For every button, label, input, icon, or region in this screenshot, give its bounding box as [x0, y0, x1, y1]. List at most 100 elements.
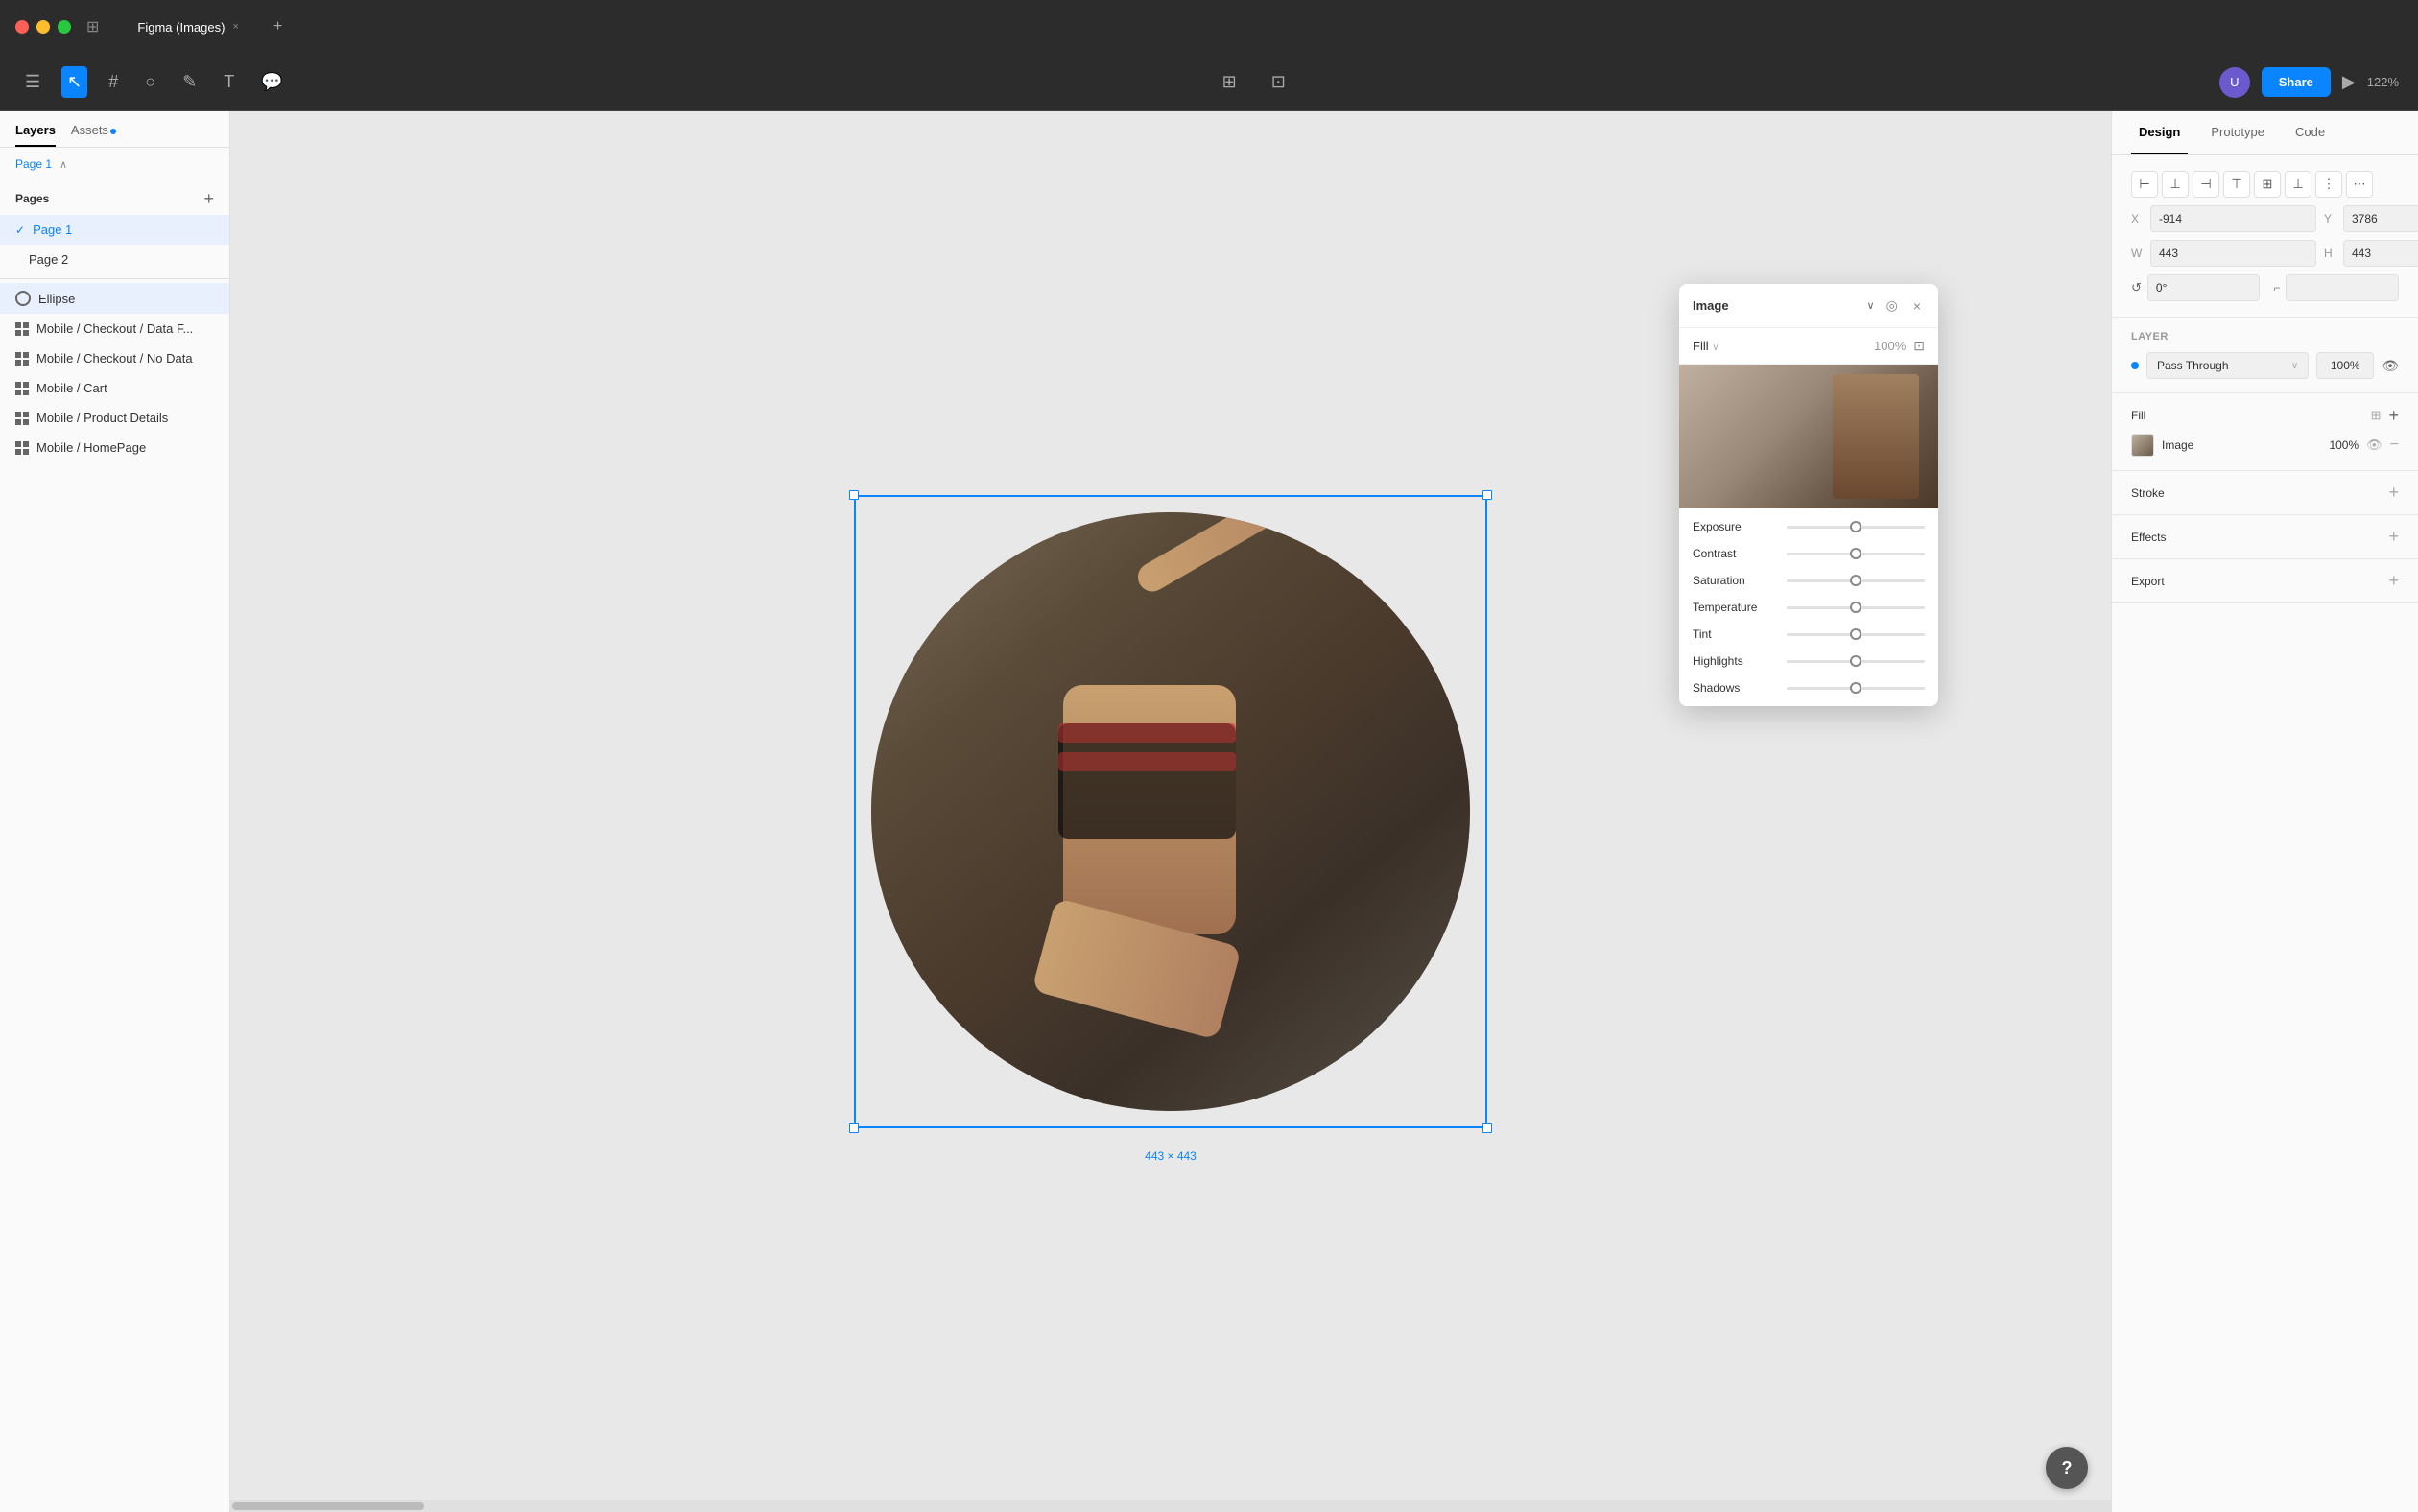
- popup-fill-copy-icon[interactable]: ⊡: [1913, 338, 1925, 354]
- highlights-track[interactable]: [1787, 660, 1925, 663]
- distribute-h-button[interactable]: ⋮: [2315, 171, 2342, 198]
- corner-radius-input[interactable]: [2286, 274, 2399, 301]
- fill-chevron-icon: ∨: [1712, 343, 1719, 353]
- layer-homepage-label: Mobile / HomePage: [36, 440, 146, 455]
- handle-top-right[interactable]: [1482, 490, 1492, 500]
- w-input[interactable]: [2150, 240, 2316, 267]
- menu-icon[interactable]: ☰: [19, 66, 46, 98]
- tab-layers[interactable]: Layers: [15, 123, 56, 147]
- saturation-row: Saturation: [1693, 574, 1925, 587]
- layer-ellipse[interactable]: Ellipse: [0, 283, 229, 314]
- scroll-thumb[interactable]: [232, 1502, 424, 1510]
- exposure-track[interactable]: [1787, 526, 1925, 529]
- fill-color-preview[interactable]: [2131, 434, 2154, 457]
- comment-tool-icon[interactable]: 💬: [255, 66, 288, 98]
- layer-homepage[interactable]: Mobile / HomePage: [0, 433, 229, 462]
- tab-design[interactable]: Design: [2131, 111, 2188, 154]
- exposure-label: Exposure: [1693, 520, 1779, 533]
- tint-label: Tint: [1693, 627, 1779, 641]
- frame-layer-icon: [15, 322, 29, 336]
- align-center-v-button[interactable]: ⊞: [2254, 171, 2281, 198]
- align-left-button[interactable]: ⊢: [2131, 171, 2158, 198]
- stroke-add-button[interactable]: +: [2388, 483, 2399, 503]
- new-tab-button[interactable]: +: [273, 18, 282, 35]
- layer-product-details[interactable]: Mobile / Product Details: [0, 403, 229, 433]
- layer-visibility-icon[interactable]: 👁: [2382, 358, 2399, 374]
- shape-tool-icon[interactable]: ○: [139, 66, 161, 98]
- app-grid-icon[interactable]: ⊞: [86, 17, 99, 36]
- page-item-2[interactable]: Page 2: [0, 245, 229, 274]
- layer-mode-button[interactable]: Pass Through ∨: [2146, 352, 2309, 379]
- distribute-v-button[interactable]: ⋯: [2346, 171, 2373, 198]
- layer-cart[interactable]: Mobile / Cart: [0, 373, 229, 403]
- layer-cart-label: Mobile / Cart: [36, 381, 107, 395]
- handle-bottom-left[interactable]: [849, 1123, 859, 1133]
- layer-opacity-input[interactable]: [2316, 352, 2374, 379]
- align-bottom-button[interactable]: ⊥: [2285, 171, 2311, 198]
- fill-visibility-icon[interactable]: 👁: [2366, 437, 2382, 453]
- effects-add-button[interactable]: +: [2388, 527, 2399, 547]
- handle-bottom-right[interactable]: [1482, 1123, 1492, 1133]
- zoom-level[interactable]: 122%: [2367, 75, 2399, 89]
- contrast-thumb[interactable]: [1850, 548, 1861, 559]
- minimize-dot[interactable]: [36, 20, 50, 34]
- layer-checkout-nodata[interactable]: Mobile / Checkout / No Data: [0, 343, 229, 373]
- selection-box[interactable]: 443 × 443: [854, 495, 1487, 1128]
- popup-close-icon[interactable]: ×: [1909, 296, 1925, 316]
- tint-thumb[interactable]: [1850, 628, 1861, 640]
- shadows-track[interactable]: [1787, 687, 1925, 690]
- shadows-thumb[interactable]: [1850, 682, 1861, 694]
- fill-add-button[interactable]: +: [2388, 407, 2399, 424]
- y-input[interactable]: [2343, 205, 2418, 232]
- add-page-button[interactable]: +: [203, 190, 214, 207]
- active-tab[interactable]: Figma (Images) ×: [122, 14, 253, 40]
- share-button[interactable]: Share: [2262, 67, 2331, 97]
- frame-tool-icon[interactable]: #: [103, 66, 124, 98]
- tint-track[interactable]: [1787, 633, 1925, 636]
- crop-icon[interactable]: ⊡: [1266, 66, 1292, 98]
- left-panel: Layers Assets Page 1 ∧ Pages + ✓ Page 1 …: [0, 111, 230, 1512]
- x-input[interactable]: [2150, 205, 2316, 232]
- maximize-dot[interactable]: [58, 20, 71, 34]
- rotation-input[interactable]: [2147, 274, 2261, 301]
- exposure-thumb[interactable]: [1850, 521, 1861, 532]
- align-right-button[interactable]: ⊣: [2193, 171, 2219, 198]
- handle-top-left[interactable]: [849, 490, 859, 500]
- pen-tool-icon[interactable]: ✎: [177, 66, 202, 98]
- close-dot[interactable]: [15, 20, 29, 34]
- h-input[interactable]: [2343, 240, 2418, 267]
- text-tool-icon[interactable]: T: [218, 66, 240, 98]
- fill-section-header: Fill ⊞ +: [2131, 407, 2399, 424]
- page-item-1[interactable]: ✓ Page 1: [0, 215, 229, 245]
- temperature-row: Temperature: [1693, 601, 1925, 614]
- left-panel-scroll[interactable]: Pages + ✓ Page 1 Page 2 Ellipse: [0, 175, 229, 1512]
- saturation-track[interactable]: [1787, 579, 1925, 582]
- align-center-h-button[interactable]: ⊥: [2162, 171, 2189, 198]
- preview-figure: [1833, 374, 1919, 499]
- fill-grid-icon[interactable]: ⊞: [2371, 408, 2382, 423]
- saturation-thumb[interactable]: [1850, 575, 1861, 586]
- layer-checkout-data[interactable]: Mobile / Checkout / Data F...: [0, 314, 229, 343]
- select-tool-icon[interactable]: ↖: [61, 66, 87, 98]
- components-icon[interactable]: ⊞: [1217, 66, 1243, 98]
- highlights-row: Highlights: [1693, 654, 1925, 668]
- position-grid: X Y W H: [2131, 205, 2399, 267]
- fill-remove-button[interactable]: −: [2390, 437, 2399, 454]
- export-add-button[interactable]: +: [2388, 571, 2399, 591]
- contrast-track[interactable]: [1787, 553, 1925, 555]
- horizontal-scrollbar[interactable]: [230, 1500, 2111, 1512]
- tab-close-button[interactable]: ×: [232, 21, 238, 33]
- layer-checkout-nodata-label: Mobile / Checkout / No Data: [36, 351, 193, 366]
- temperature-thumb[interactable]: [1850, 602, 1861, 613]
- temperature-track[interactable]: [1787, 606, 1925, 609]
- layer-product-label: Mobile / Product Details: [36, 411, 168, 425]
- tab-assets[interactable]: Assets: [71, 123, 116, 147]
- tab-code[interactable]: Code: [2288, 111, 2333, 154]
- popup-target-icon[interactable]: ◎: [1883, 295, 1902, 316]
- help-button[interactable]: ?: [2046, 1447, 2088, 1489]
- highlights-thumb[interactable]: [1850, 655, 1861, 667]
- play-button[interactable]: ▶: [2342, 72, 2356, 92]
- align-top-button[interactable]: ⊤: [2223, 171, 2250, 198]
- canvas[interactable]: 443 × 443 Image ∨ ◎ × Fill ∨ 100% ⊡: [230, 111, 2111, 1512]
- tab-prototype[interactable]: Prototype: [2203, 111, 2272, 154]
